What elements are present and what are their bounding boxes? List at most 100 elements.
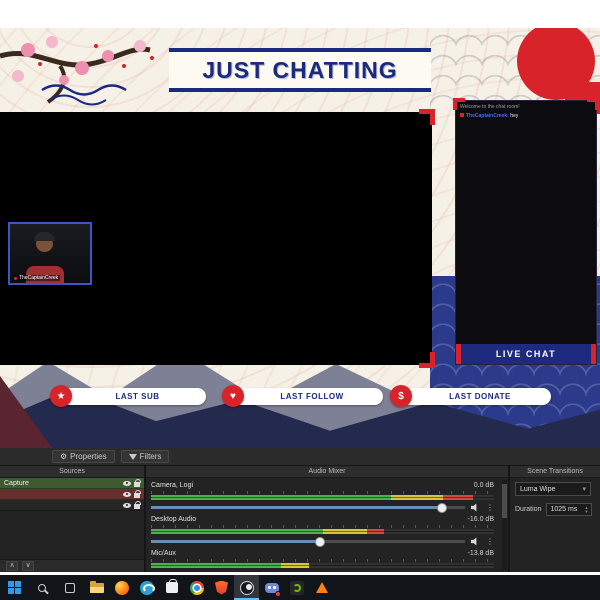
chat-welcome-text: Welcome to the chat room! [460, 104, 520, 110]
duration-label: Duration [515, 506, 542, 513]
sources-title: Sources [0, 466, 144, 478]
taskbar-item-chrome[interactable] [184, 575, 209, 600]
channel-options-icon[interactable]: ⋮ [486, 503, 494, 512]
edge-icon [139, 580, 155, 595]
headphones-icon [34, 232, 55, 241]
chat-messages: Welcome to the chat room! TheCaptainCree… [456, 101, 596, 344]
volume-slider[interactable] [151, 537, 465, 547]
lock-icon[interactable] [134, 478, 141, 487]
volume-meter [151, 563, 494, 568]
last-donate-label: LAST DONATE [449, 391, 511, 401]
taskbar-item-store[interactable] [159, 575, 184, 600]
sources-dock: Sources Capture ∧ ∨ [0, 466, 146, 572]
taskbar-item-discord[interactable] [259, 575, 284, 600]
chat-badge-icon [460, 113, 464, 117]
scene-transitions-dock: Scene Transitions Luma Wipe ▾ Duration 1… [510, 466, 600, 572]
red-cap-decoration [591, 344, 596, 364]
taskbar-item-nvidia[interactable] [284, 575, 309, 600]
speaker-mute-icon[interactable] [471, 537, 477, 546]
last-follow-widget: ♥ LAST FOLLOW [222, 385, 383, 407]
star-icon: ★ [50, 385, 72, 407]
filter-icon [128, 453, 137, 460]
move-source-up-button[interactable]: ∧ [6, 561, 18, 571]
corner-bracket-icon [587, 98, 599, 110]
obs-preview-canvas[interactable]: JUST CHATTING TheCaptainCreek Welcome to… [0, 28, 600, 448]
stream-title-text: JUST CHATTING [202, 56, 398, 83]
taskbar-item-vlc[interactable] [309, 575, 334, 600]
mixer-channel: Desktop Audio -16.0 dB ⋮ [151, 515, 494, 547]
taskbar-item-edge[interactable] [134, 575, 159, 600]
chat-username: TheCaptainCreek: [466, 113, 509, 119]
channel-options-icon[interactable]: ⋮ [486, 537, 494, 546]
last-follow-label: LAST FOLLOW [280, 391, 344, 401]
corner-bracket-icon [453, 98, 465, 110]
meter-ruler [151, 559, 494, 562]
taskbar-item-file-explorer[interactable] [84, 575, 109, 600]
store-icon [165, 579, 178, 593]
gear-icon: ⚙ [60, 451, 68, 461]
last-donate-widget: $ LAST DONATE [390, 385, 551, 407]
last-sub-widget: ★ LAST SUB [50, 385, 206, 407]
properties-button[interactable]: ⚙ Properties [52, 450, 115, 463]
scene-transitions-title: Scene Transitions [510, 466, 600, 478]
webcam-feed: TheCaptainCreek [8, 222, 92, 285]
source-row[interactable]: Capture [0, 478, 144, 489]
task-view-icon [65, 582, 75, 593]
obs-icon [239, 580, 254, 595]
corner-bracket-icon [419, 109, 435, 125]
source-row[interactable] [0, 489, 144, 500]
task-view-button[interactable] [56, 575, 84, 600]
channel-db-value: -13.8 dB [467, 550, 494, 557]
taskbar-item-obs[interactable] [234, 575, 259, 600]
firefox-icon [114, 580, 129, 595]
source-context-bar: ⚙ Properties Filters [0, 448, 600, 466]
windows-taskbar [0, 575, 600, 600]
start-button[interactable] [0, 575, 28, 600]
volume-slider[interactable] [151, 503, 465, 513]
sources-toolbar: ∧ ∨ [0, 559, 144, 572]
webcam-name-label: TheCaptainCreek [12, 275, 61, 281]
last-sub-label: LAST SUB [115, 391, 160, 401]
source-row[interactable] [0, 500, 144, 511]
channel-name: Mic/Aux [151, 550, 176, 557]
spinner-arrows-icon[interactable]: ▲ ▼ [585, 505, 589, 514]
channel-name: Desktop Audio [151, 516, 197, 523]
filters-button[interactable]: Filters [120, 450, 170, 463]
chat-panel: Welcome to the chat room! TheCaptainCree… [453, 98, 599, 365]
search-icon [38, 583, 46, 592]
mixer-channel: Mic/Aux -13.8 dB [151, 549, 494, 568]
taskbar-item-brave[interactable] [209, 575, 234, 600]
visibility-eye-icon[interactable] [123, 491, 131, 497]
channel-db-value: 0.0 dB [473, 482, 494, 489]
volume-meter [151, 495, 494, 500]
audio-mixer-title: Audio Mixer [146, 466, 508, 478]
duration-spinner[interactable]: 1025 ms ▲ ▼ [546, 503, 593, 516]
lock-icon[interactable] [134, 489, 141, 498]
volume-meter [151, 529, 494, 534]
lock-icon[interactable] [134, 500, 141, 509]
move-source-down-button[interactable]: ∨ [22, 561, 34, 571]
transition-select[interactable]: Luma Wipe ▾ [515, 482, 591, 496]
chat-message: TheCaptainCreek: hey [460, 113, 592, 119]
folder-icon [89, 580, 104, 593]
speaker-mute-icon[interactable] [471, 503, 477, 512]
channel-name: Camera, Logi [151, 482, 194, 489]
taskbar-search-button[interactable] [28, 575, 56, 600]
audio-mixer-dock: Audio Mixer Camera, Logi 0.0 dB ⋮ Deskto… [146, 466, 510, 572]
red-cap-decoration [456, 344, 461, 364]
channel-db-value: -16.0 dB [467, 516, 494, 523]
desktop: JUST CHATTING TheCaptainCreek Welcome to… [0, 0, 600, 600]
visibility-eye-icon[interactable] [123, 480, 131, 486]
visibility-eye-icon[interactable] [123, 502, 131, 508]
obs-studio-panel: ⚙ Properties Filters Sources Capture ∧ ∨… [0, 448, 600, 572]
taskbar-item-firefox[interactable] [109, 575, 134, 600]
chat-message-text: hey [510, 113, 519, 119]
stream-title-banner: JUST CHATTING [169, 48, 431, 92]
live-chat-banner: LIVE CHAT [456, 344, 596, 364]
mixer-scrollbar[interactable] [502, 480, 507, 570]
brave-shield-icon [215, 580, 228, 595]
chrome-icon [189, 580, 204, 595]
notification-badge [275, 591, 281, 597]
dollar-icon: $ [390, 385, 412, 407]
mixer-channel: Camera, Logi 0.0 dB ⋮ [151, 481, 494, 513]
